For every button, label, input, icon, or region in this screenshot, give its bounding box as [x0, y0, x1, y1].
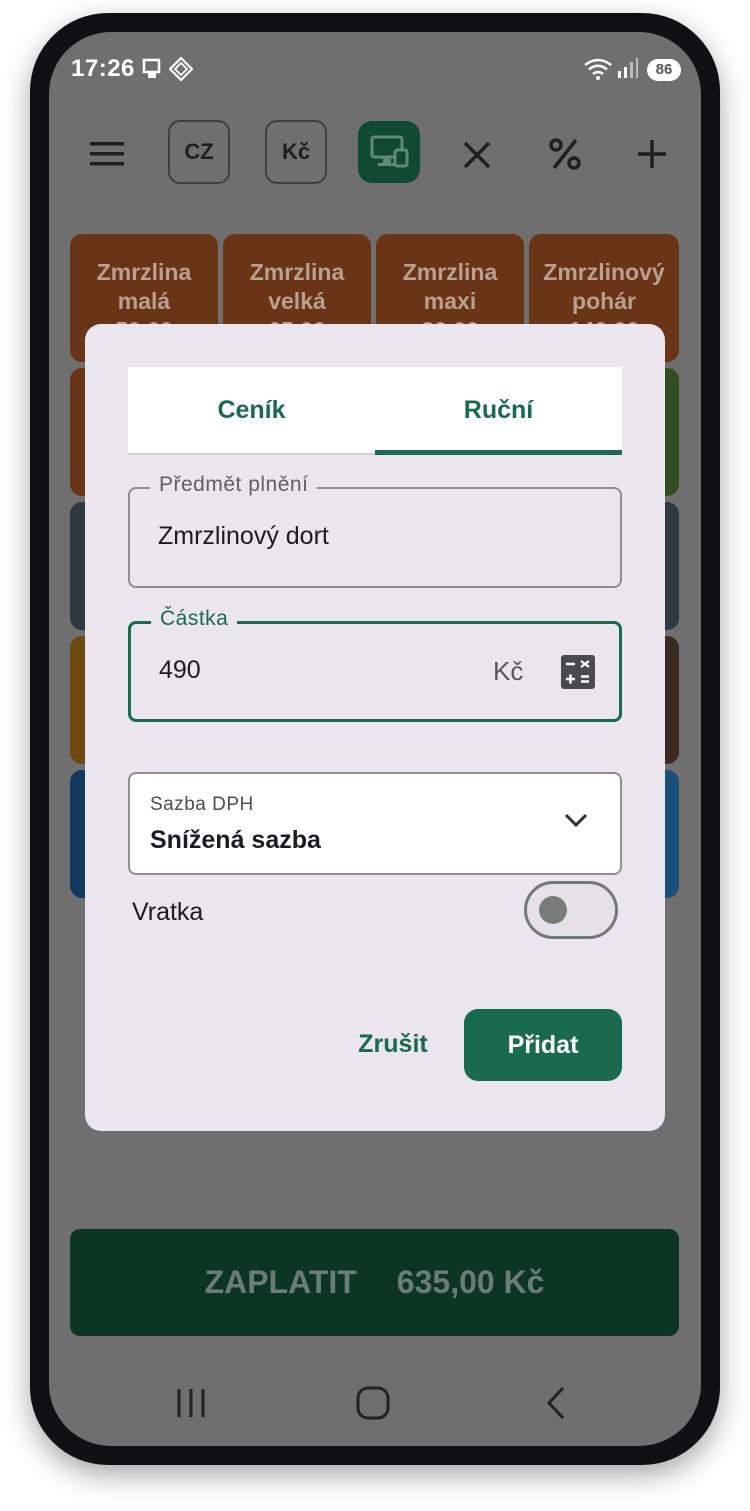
battery-indicator: 86: [647, 59, 681, 81]
back-button[interactable]: [543, 1385, 569, 1421]
status-bar: 17:26 86: [49, 32, 701, 102]
wifi-icon: [583, 57, 613, 86]
cast-notification-icon: [141, 57, 165, 86]
add-button[interactable]: Přidat: [464, 1009, 622, 1081]
subject-field-value: Zmrzlinový dort: [158, 522, 329, 550]
subject-field-label: Předmět plnění: [150, 473, 318, 497]
tile-name-line1: Zmrzlina: [96, 259, 192, 285]
vat-rate-label: Sazba DPH: [150, 794, 254, 815]
currency-suffix: Kč: [493, 656, 524, 686]
screen: 17:26 86 CZ Kč Zmrzlina malá Zmrzlina ve…: [49, 32, 701, 1446]
tile-name-line1: Zmrzlina: [402, 259, 498, 285]
tile-name-line2: pohár: [572, 288, 636, 314]
phone-frame: 17:26 86 CZ Kč Zmrzlina malá Zmrzlina ve…: [30, 13, 720, 1465]
tab-pricelist[interactable]: Ceník: [128, 367, 375, 453]
tab-indicator: [375, 450, 622, 455]
display-mode-button[interactable]: [358, 121, 420, 183]
toggle-knob: [539, 896, 567, 924]
tile-name-line1: Zmrzlinový: [543, 259, 665, 285]
language-button[interactable]: CZ: [168, 120, 230, 184]
tile-name-line2: maxi: [423, 288, 477, 314]
recent-apps-button[interactable]: [173, 1387, 209, 1419]
pay-button[interactable]: ZAPLATIT 635,00 Kč: [70, 1229, 679, 1336]
add-icon[interactable]: [630, 132, 674, 176]
monitor-icon: [370, 135, 409, 168]
dialog-tabs: Ceník Ruční: [128, 367, 622, 455]
refund-toggle[interactable]: [524, 881, 618, 939]
pay-amount: 635,00 Kč: [396, 1264, 545, 1300]
status-time: 17:26: [71, 55, 135, 82]
percent-icon[interactable]: [543, 132, 587, 176]
menu-icon[interactable]: [85, 132, 129, 176]
pay-label: ZAPLATIT: [204, 1264, 357, 1300]
amount-field-label: Částka: [151, 607, 238, 631]
amount-field[interactable]: Částka 490 Kč: [128, 607, 622, 722]
amount-field-value: 490: [159, 656, 201, 684]
close-icon[interactable]: [457, 135, 497, 175]
tab-manual[interactable]: Ruční: [375, 367, 622, 453]
home-button[interactable]: [355, 1385, 391, 1421]
vat-rate-select[interactable]: Sazba DPH Snížená sazba: [128, 772, 622, 875]
tile-name-line1: Zmrzlina: [249, 259, 345, 285]
vat-rate-value: Snížená sazba: [150, 826, 321, 854]
chevron-down-icon: [564, 812, 588, 833]
subject-field[interactable]: Předmět plnění Zmrzlinový dort: [128, 473, 622, 588]
refund-label: Vratka: [132, 898, 204, 926]
add-item-dialog: Ceník Ruční Předmět plnění Zmrzlinový do…: [85, 324, 665, 1131]
cancel-button[interactable]: Zrušit: [343, 1009, 443, 1079]
signal-icon: [617, 57, 639, 84]
calculator-icon[interactable]: [561, 655, 595, 694]
diamond-notification-icon: [168, 56, 194, 86]
currency-button[interactable]: Kč: [265, 120, 327, 184]
tile-name-line2: velká: [268, 288, 326, 314]
tile-name-line2: malá: [117, 288, 171, 314]
